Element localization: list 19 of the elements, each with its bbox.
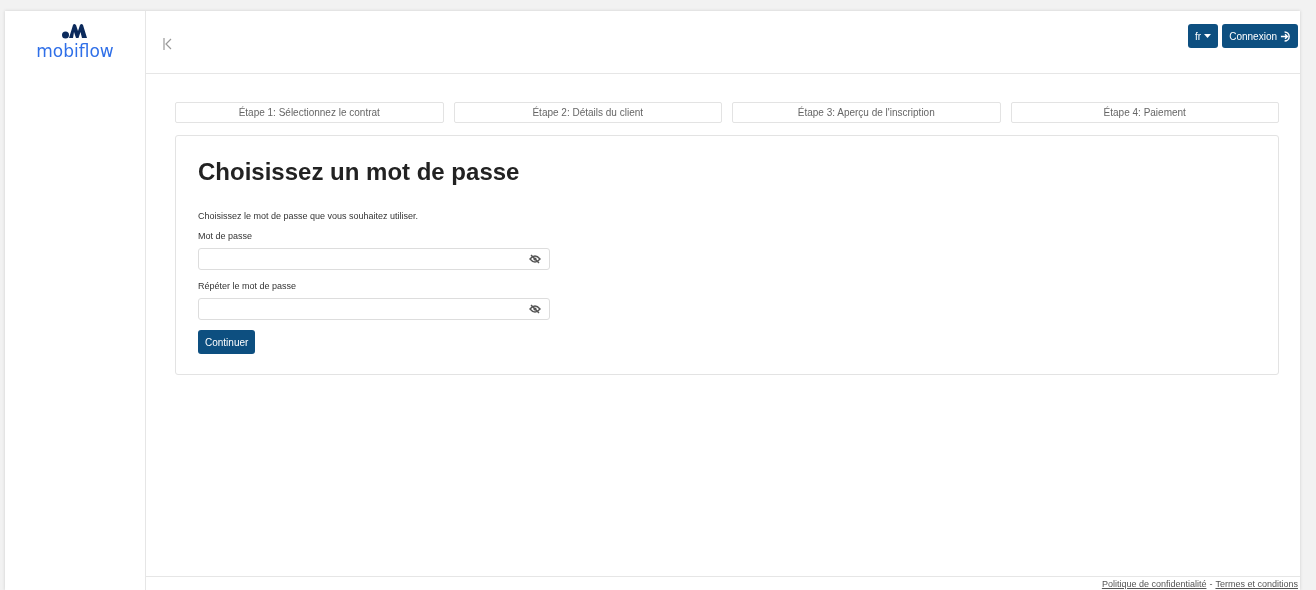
separator-text: - <box>1209 578 1213 589</box>
caret-icon <box>1204 34 1212 38</box>
continue-button[interactable]: Continuer <box>198 330 256 354</box>
password-field[interactable] <box>198 248 550 270</box>
collapse-icon[interactable] <box>163 38 172 50</box>
brand-name: mobiflow <box>36 41 114 61</box>
logo-icon <box>62 23 88 39</box>
login-button[interactable]: Connexion <box>1222 24 1298 48</box>
language-dropdown[interactable]: fr <box>1188 24 1219 48</box>
form-title: Choisissez un mot de passe <box>198 158 521 186</box>
field-label: Mot de passe <box>198 231 254 241</box>
eye-slash-icon[interactable] <box>529 304 541 314</box>
eye-slash-icon[interactable] <box>529 254 541 264</box>
footer-link[interactable]: Termes et conditions <box>1215 578 1298 589</box>
footer-link[interactable]: Politique de confidentialité <box>1101 578 1207 589</box>
intro-text: Choisissez le mot de passe que vous souhaitez utiliser. <box>198 211 420 221</box>
password-field[interactable] <box>198 298 550 320</box>
field-label: Répéter le mot de passe <box>198 281 298 291</box>
login-icon <box>1280 30 1291 42</box>
